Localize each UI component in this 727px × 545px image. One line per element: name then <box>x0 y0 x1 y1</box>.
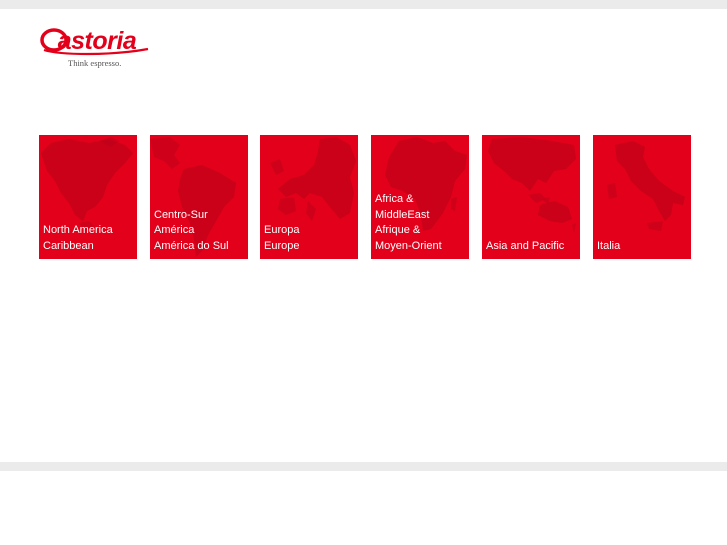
region-label-africa-middle-east: Africa & MiddleEast Afrique & Moyen-Orie… <box>375 193 442 252</box>
region-label-asia-pacific: Asia and Pacific <box>486 239 565 252</box>
logo-wordmark: astoria <box>57 27 137 55</box>
region-tile-africa-middle-east[interactable]: Africa & MiddleEast Afrique & Moyen-Orie… <box>371 135 469 259</box>
region-tile-asia-pacific[interactable]: Asia and Pacific <box>482 135 580 259</box>
region-label-south-america: Centro-Sur América América do Sul <box>154 208 229 252</box>
region-tiles: North America Caribbean Centro-Sur Améri… <box>39 135 691 259</box>
region-tile-south-america[interactable]: Centro-Sur América América do Sul <box>150 135 248 259</box>
region-label-italia: Italia <box>597 239 621 252</box>
region-tile-europe[interactable]: Europa Europe <box>260 135 358 259</box>
bottom-bar <box>0 462 727 471</box>
logo-tagline: Think espresso. <box>68 58 122 68</box>
astoria-logo[interactable]: astoria Think espresso. <box>40 24 152 70</box>
region-label-north-america: North America Caribbean <box>43 224 113 252</box>
region-label-europe: Europa Europe <box>264 224 300 252</box>
region-tile-north-america[interactable]: North America Caribbean <box>39 135 137 259</box>
top-bar <box>0 0 727 9</box>
region-tile-italia[interactable]: Italia <box>593 135 691 259</box>
